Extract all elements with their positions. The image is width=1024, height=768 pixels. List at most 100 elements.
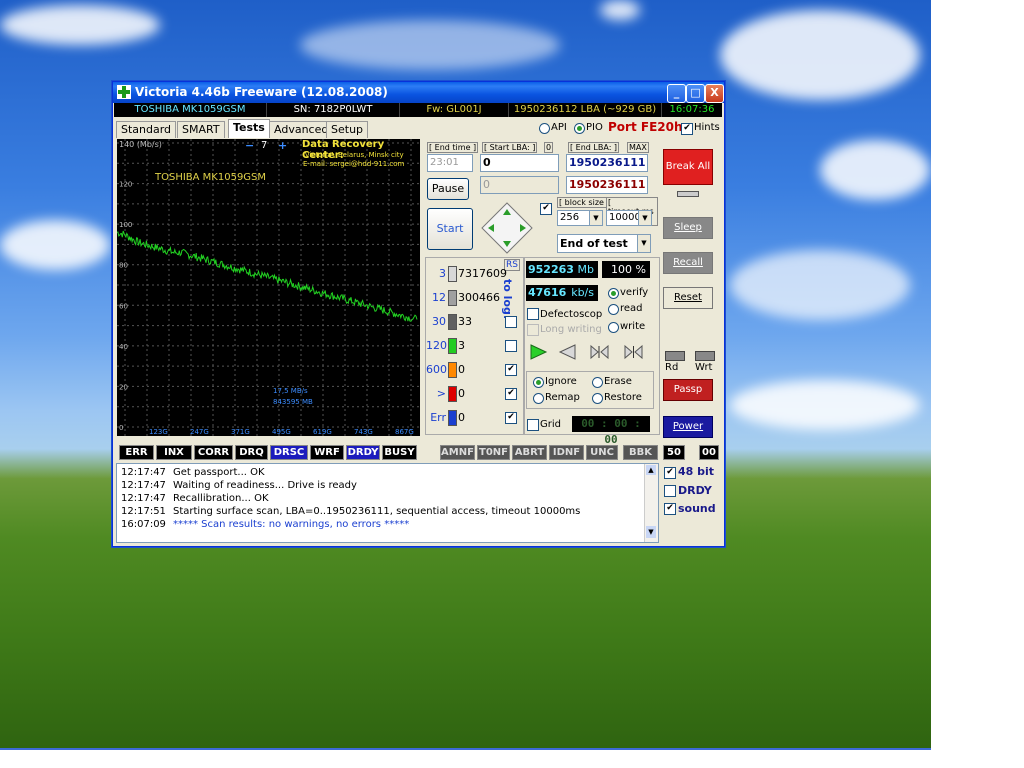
counter-label: 30 xyxy=(432,315,446,328)
zoom-plus-button[interactable]: + xyxy=(278,139,287,152)
status-flag-drq: DRQ xyxy=(235,445,268,460)
play-forward-icon[interactable] xyxy=(528,344,548,360)
reset-button[interactable]: Reset xyxy=(663,287,713,309)
play-backward-icon[interactable] xyxy=(558,344,578,360)
tab-smart[interactable]: SMART xyxy=(177,121,225,138)
tab-tests[interactable]: Tests xyxy=(228,119,270,138)
log-panel[interactable]: 12:17:47 Get passport... OK 12:17:47 Waitin… xyxy=(116,463,659,543)
error-flag-t0nf: T0NF xyxy=(477,445,510,460)
direction-pad-icon[interactable] xyxy=(480,201,534,255)
to-log-checkbox[interactable]: ✔ xyxy=(505,364,517,376)
end-lba-input[interactable]: 1950236111 xyxy=(566,154,648,172)
power-button[interactable]: Power xyxy=(663,416,713,438)
drdy-checkbox[interactable] xyxy=(664,485,676,497)
tab-advanced[interactable]: Advanced xyxy=(269,121,334,138)
percent-display: 100 % xyxy=(602,261,650,278)
playback-controls xyxy=(526,343,649,360)
status-flag-drdy: DRDY xyxy=(346,445,380,460)
y-tick-label: 0 xyxy=(119,424,123,432)
current-lba-field: 0 xyxy=(480,176,559,194)
timeout-select[interactable]: 10000 ▼ xyxy=(606,210,652,226)
write-radio[interactable] xyxy=(608,322,619,333)
to-log-checkbox[interactable] xyxy=(505,340,517,352)
start-lba-label: [ Start LBA: ] xyxy=(482,142,538,153)
to-log-checkbox[interactable]: ✔ xyxy=(505,412,517,424)
blank-area xyxy=(931,0,1024,768)
indicator-led xyxy=(677,191,699,197)
sleep-button[interactable]: Sleep xyxy=(663,217,713,239)
counter-label: 120 xyxy=(426,339,447,352)
app-cross-icon xyxy=(117,85,131,99)
counter-label: Err xyxy=(430,411,446,424)
y-tick-label: 120 xyxy=(119,181,132,189)
current-speed-label: 17,5 MB/s xyxy=(273,387,308,395)
erase-label: Erase xyxy=(604,376,632,387)
x-tick-label: 495G xyxy=(272,428,291,436)
close-button[interactable]: X xyxy=(705,84,724,103)
minimize-button[interactable]: _ xyxy=(667,84,686,103)
start-lba-reset-button[interactable]: 0 xyxy=(544,142,554,153)
hints-checkbox[interactable]: ✔ xyxy=(681,123,693,135)
zoom-minus-button[interactable]: − xyxy=(245,139,254,152)
total-mb-label: 843595 MB xyxy=(273,398,313,406)
recall-button[interactable]: Recall xyxy=(663,252,713,274)
port-label: Port FE20h xyxy=(608,120,683,134)
log-scrollbar[interactable]: ▲ ▼ xyxy=(644,464,658,542)
pause-button[interactable]: Pause xyxy=(427,178,469,200)
grid-checkbox[interactable] xyxy=(527,419,539,431)
defectoscop-checkbox[interactable] xyxy=(527,308,539,320)
skip-icon[interactable] xyxy=(588,344,612,360)
end-time-label: [ End time ] xyxy=(427,142,479,153)
log-time: 12:17:47 xyxy=(121,493,166,504)
error-flag-abrt: ABRT xyxy=(512,445,547,460)
ignore-radio[interactable] xyxy=(533,377,544,388)
error-flag-bbk: BBK xyxy=(623,445,658,460)
erase-radio[interactable] xyxy=(592,377,603,388)
end-icon[interactable] xyxy=(622,344,646,360)
api-radio[interactable] xyxy=(539,123,550,134)
status-flag-drsc: DRSC xyxy=(270,445,308,460)
start-button[interactable]: Start xyxy=(427,208,473,250)
api-label: API xyxy=(551,122,567,133)
read-label: read xyxy=(620,303,643,314)
to-log-checkbox[interactable]: ✔ xyxy=(505,388,517,400)
zoom-value: 7 xyxy=(261,140,268,151)
scroll-down-icon[interactable]: ▼ xyxy=(646,526,656,538)
log-line: 12:17:47 Recallibration... OK xyxy=(121,492,269,505)
write-label: write xyxy=(620,321,646,332)
status-flag-wrf: WRF xyxy=(310,445,344,460)
maximize-button[interactable]: □ xyxy=(686,84,705,103)
passp-button[interactable]: Passp xyxy=(663,379,713,401)
tab-setup[interactable]: Setup xyxy=(326,121,369,138)
sound-checkbox[interactable]: ✔ xyxy=(664,503,676,515)
48bit-label: 48 bit xyxy=(678,465,715,478)
48bit-checkbox[interactable]: ✔ xyxy=(664,467,676,479)
max-button[interactable]: MAX xyxy=(627,142,649,153)
scroll-up-icon[interactable]: ▲ xyxy=(646,465,656,475)
x-tick-label: 867G xyxy=(395,428,414,436)
y-tick-label: 40 xyxy=(119,343,128,351)
read-radio[interactable] xyxy=(608,304,619,315)
remap-radio[interactable] xyxy=(533,393,544,404)
to-log-checkbox[interactable] xyxy=(505,316,517,328)
pio-radio[interactable] xyxy=(574,123,585,134)
y-tick-label: 60 xyxy=(119,302,128,310)
counter-label: > xyxy=(436,387,446,400)
break-all-button[interactable]: Break All xyxy=(663,149,713,185)
counter-value: 33 xyxy=(458,315,472,328)
dpad-checkbox[interactable]: ✔ xyxy=(540,203,552,215)
cloud xyxy=(0,220,110,270)
title-bar[interactable]: Victoria 4.46b Freeware (12.08.2008) _ □… xyxy=(113,82,724,103)
cloud xyxy=(730,250,910,320)
y-tick-label: 100 xyxy=(119,221,132,229)
tab-standard[interactable]: Standard xyxy=(116,121,177,138)
x-tick-label: 743G xyxy=(354,428,373,436)
end-time-input[interactable]: 23:01 xyxy=(427,154,473,172)
drive-serial: SN: 7182P0LWT xyxy=(267,103,400,117)
restore-radio[interactable] xyxy=(592,393,603,404)
clock: 16:07:36 xyxy=(669,104,715,115)
end-action-select[interactable]: End of test ▼ xyxy=(557,234,651,253)
verify-radio[interactable] xyxy=(608,288,619,299)
block-size-select[interactable]: 256 ▼ xyxy=(557,210,603,226)
start-lba-input[interactable]: 0 xyxy=(480,154,559,172)
